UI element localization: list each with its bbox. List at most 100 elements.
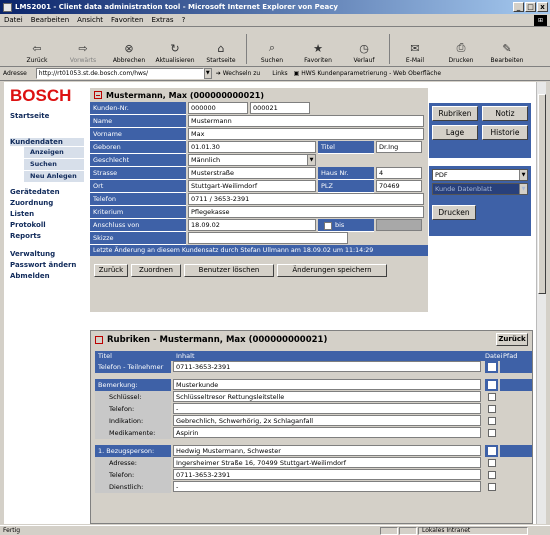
ort-field[interactable]: Stuttgart-Weilimdorf	[188, 180, 316, 192]
menu-extras[interactable]: Extras	[151, 16, 173, 24]
menu-ansicht[interactable]: Ansicht	[77, 16, 103, 24]
datei-checkbox[interactable]	[487, 381, 496, 389]
home-button[interactable]: ⌂ Startseite	[198, 41, 244, 65]
bis-field[interactable]	[376, 219, 422, 231]
benutzer-loeschen-button[interactable]: Benutzer löschen	[184, 264, 274, 277]
rubrik-value-field[interactable]: 0711-3653-2391	[173, 469, 481, 480]
notiz-button[interactable]: Notiz	[482, 106, 528, 121]
zuordnen-button[interactable]: Zuordnen	[131, 264, 181, 277]
format-select[interactable]: PDF ▼	[432, 169, 528, 181]
datei-checkbox[interactable]	[487, 471, 496, 479]
aenderungen-speichern-button[interactable]: Änderungen speichern	[277, 264, 387, 277]
nav-verwaltung[interactable]: Verwaltung	[10, 250, 84, 258]
rubrik-value-field[interactable]: Aspirin	[173, 427, 481, 438]
kunden-nr-field-2[interactable]: 000021	[250, 102, 310, 114]
pfad-cell	[500, 403, 532, 415]
nav-anzeigen[interactable]: Anzeigen	[24, 147, 84, 158]
rubrik-value-field[interactable]: Schlüsseltresor Rettungsleitstelle	[173, 391, 481, 402]
mail-button[interactable]: ✉ E-Mail	[392, 41, 438, 65]
nav-zuordnung[interactable]: Zuordnung	[10, 199, 84, 207]
rubriken-table-header: Titel Inhalt Datei Pfad	[95, 351, 532, 361]
rubriken-zurueck-button[interactable]: Zurück	[496, 333, 528, 346]
template-select[interactable]: Kunde Datenblatt ▼	[432, 183, 528, 195]
datei-checkbox[interactable]	[487, 393, 496, 401]
nav-protokoll[interactable]: Protokoll	[10, 221, 84, 229]
nav-passwort[interactable]: Passwort ändern	[10, 261, 84, 269]
history-button[interactable]: ◷ Verlauf	[341, 41, 387, 65]
datei-checkbox[interactable]	[487, 483, 496, 491]
datei-checkbox[interactable]	[487, 447, 496, 455]
skizze-field[interactable]	[188, 232, 348, 244]
nav-abmelden[interactable]: Abmelden	[10, 272, 84, 280]
vorname-field[interactable]: Max	[188, 128, 424, 140]
geboren-field[interactable]: 01.01.30	[188, 141, 316, 153]
history-icon: ◷	[359, 41, 369, 55]
name-label: Name	[90, 115, 186, 128]
datei-checkbox[interactable]	[487, 417, 496, 425]
nav-suchen[interactable]: Suchen	[24, 159, 84, 170]
menu-datei[interactable]: Datei	[4, 16, 23, 24]
menu-bearbeiten[interactable]: Bearbeiten	[31, 16, 69, 24]
window-titlebar[interactable]: LMS2001 - Client data administration too…	[0, 0, 550, 14]
nav-startseite[interactable]: Startseite	[10, 112, 84, 120]
menu-favoriten[interactable]: Favoriten	[111, 16, 143, 24]
bis-checkbox[interactable]	[324, 222, 332, 230]
drucken-button[interactable]: Drucken	[432, 205, 476, 220]
historie-button[interactable]: Historie	[482, 125, 528, 140]
refresh-button[interactable]: ↻ Aktualisieren	[152, 41, 198, 65]
datei-checkbox[interactable]	[487, 363, 496, 371]
go-button[interactable]: ➔ Wechseln zu	[216, 70, 266, 77]
menu-help[interactable]: ?	[182, 16, 186, 24]
scrollbar-thumb[interactable]	[538, 94, 546, 294]
datei-checkbox[interactable]	[487, 429, 496, 437]
geschlecht-select[interactable]: Männlich ▼	[188, 154, 316, 166]
rubrik-value-field[interactable]: -	[173, 403, 481, 414]
search-button[interactable]: ⌕ Suchen	[249, 41, 295, 64]
nav-listen[interactable]: Listen	[10, 210, 84, 218]
anschluss-field[interactable]: 18.09.02	[188, 219, 316, 231]
nav-reports[interactable]: Reports	[10, 232, 84, 240]
links-page-link[interactable]: ▣ HWS Kundenparametrierung - Web Oberflä…	[294, 70, 447, 77]
rubrik-value-field[interactable]: 0711-3653-2391	[173, 361, 481, 372]
rubrik-value-field[interactable]: Musterkunde	[173, 379, 481, 390]
name-field[interactable]: Mustermann	[188, 115, 424, 127]
rubrik-label: Indikation:	[95, 415, 171, 427]
collapse-icon[interactable]	[94, 91, 102, 99]
links-label[interactable]: Links	[272, 70, 287, 77]
nav-neu-anlegen[interactable]: Neu Anlegen	[24, 171, 84, 182]
address-input[interactable]: http://rt01053.st.de.bosch.com/hws/	[35, 68, 204, 79]
status-cell	[399, 526, 417, 535]
hausnr-field[interactable]: 4	[376, 167, 422, 179]
close-button[interactable]: x	[537, 2, 548, 12]
kunden-nr-field-1[interactable]: 000000	[188, 102, 248, 114]
back-button[interactable]: ⇦ Zurück	[14, 41, 60, 65]
nav-geraetedaten[interactable]: Gerätedaten	[10, 188, 84, 196]
rubrik-value-field[interactable]: Ingersheimer Straße 16, 70499 Stuttgart-…	[173, 457, 481, 468]
datei-checkbox[interactable]	[487, 459, 496, 467]
titel-field[interactable]: Dr.Ing	[376, 141, 422, 153]
rubrik-value-field[interactable]: Hedwig Mustermann, Schwester	[173, 445, 481, 456]
print-button[interactable]: ⎙ Drucken	[438, 41, 484, 64]
nav-kundendaten[interactable]: Kundendaten	[10, 138, 84, 146]
pfad-cell	[500, 379, 532, 391]
zurueck-button[interactable]: Zurück	[94, 264, 128, 277]
address-dropdown-icon[interactable]: ▼	[203, 68, 212, 79]
forward-button[interactable]: ⇨ Vorwärts	[60, 41, 106, 65]
lage-button[interactable]: Lage	[432, 125, 478, 140]
collapse-icon[interactable]	[95, 336, 103, 344]
strasse-field[interactable]: Musterstraße	[188, 167, 316, 179]
edit-button[interactable]: ✎ Bearbeiten	[484, 41, 530, 65]
stop-button[interactable]: ⊗ Abbrechen	[106, 41, 152, 65]
telefon-field[interactable]: 0711 / 3653-2391	[188, 193, 424, 205]
favorites-button[interactable]: ★ Favoriten	[295, 41, 341, 65]
forward-label: Vorwärts	[69, 57, 97, 64]
datei-checkbox[interactable]	[487, 405, 496, 413]
rubrik-value-field[interactable]: Gebrechlich, Schwerhörig, 2x Schlaganfal…	[173, 415, 481, 426]
minimize-button[interactable]: _	[513, 2, 524, 12]
page-scrollbar[interactable]	[536, 82, 546, 524]
plz-field[interactable]: 70469	[376, 180, 422, 192]
rubrik-value-field[interactable]: -	[173, 481, 481, 492]
maximize-button[interactable]: □	[525, 2, 536, 12]
kriterium-field[interactable]: Pflegekasse	[188, 206, 424, 218]
rubriken-button[interactable]: Rubriken	[432, 106, 478, 121]
